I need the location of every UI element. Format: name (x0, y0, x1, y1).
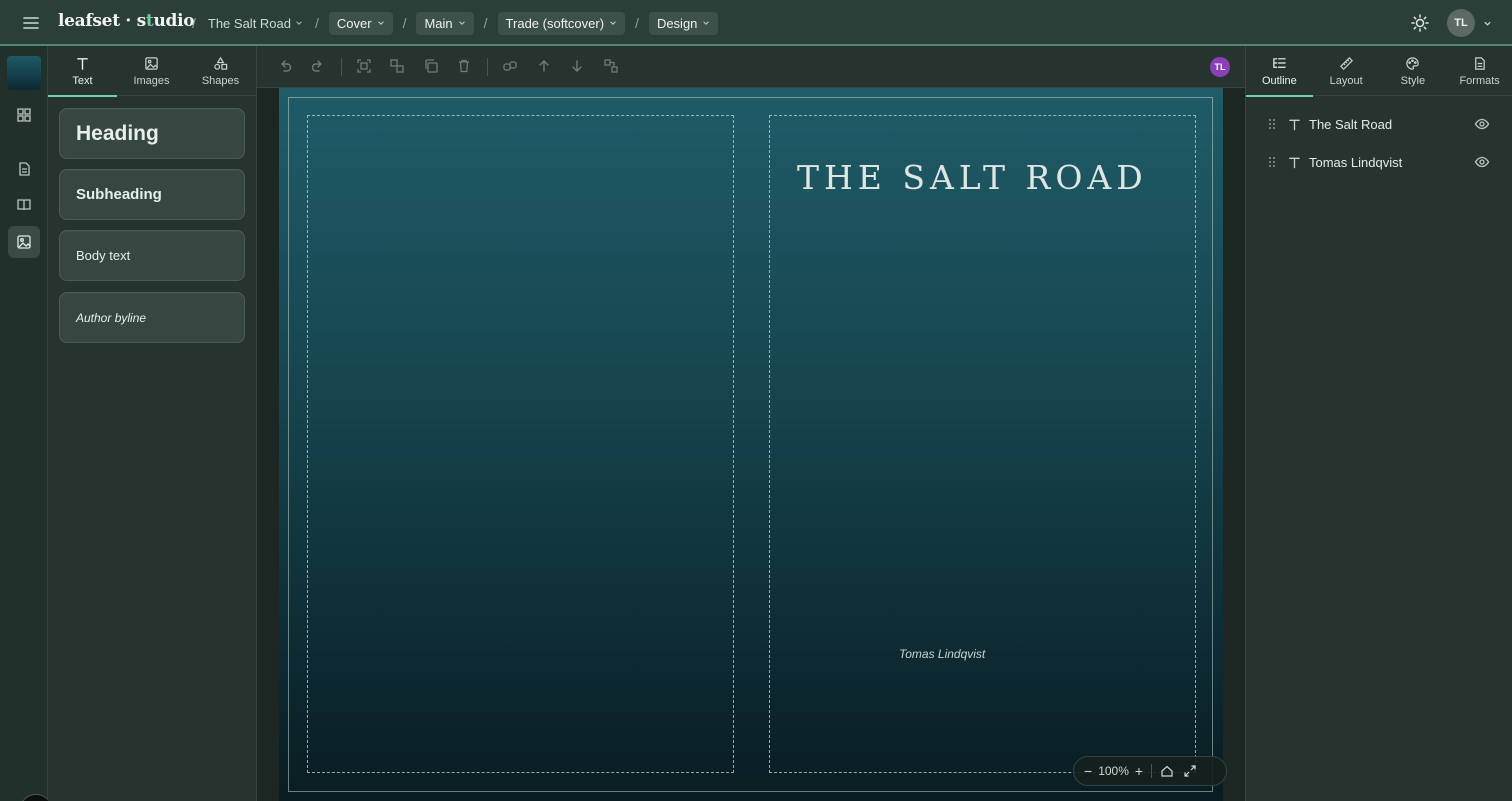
heading-preset[interactable]: Heading (59, 108, 245, 159)
inspector-tabs: Outline Layout Style Formats (1246, 46, 1512, 97)
chevron-down-icon (703, 21, 710, 25)
text-icon (1289, 119, 1300, 130)
tab-images[interactable]: Images (117, 46, 186, 96)
menu-icon[interactable] (22, 14, 40, 32)
breadcrumb-variant[interactable]: Main (416, 11, 474, 35)
arrange-icon[interactable] (603, 58, 619, 74)
element-library-panel: Text Images Shapes Heading Subheading Bo… (48, 46, 257, 801)
cover-author-text[interactable]: Tomas Lindqvist (899, 647, 985, 661)
drag-handle-icon[interactable] (1267, 155, 1277, 169)
user-avatar[interactable]: TL (1447, 9, 1475, 37)
document-icon (1475, 56, 1485, 70)
redo-icon[interactable] (310, 58, 326, 74)
tab-shapes[interactable]: Shapes (186, 46, 255, 96)
image-icon (145, 56, 158, 70)
link-icon[interactable] (502, 58, 518, 74)
eye-icon[interactable] (1474, 116, 1490, 132)
image-icon[interactable] (8, 226, 40, 258)
group-icon[interactable] (389, 58, 405, 74)
layer-row-author[interactable]: Tomas Lindqvist (1246, 146, 1512, 178)
tab-style[interactable]: Style (1380, 46, 1447, 96)
chevron-down-icon (377, 21, 384, 25)
layer-row-title[interactable]: The Salt Road (1246, 108, 1512, 140)
trash-icon[interactable] (456, 58, 472, 74)
shapes-icon (214, 56, 228, 70)
book-icon[interactable] (8, 189, 40, 221)
grid-icon[interactable] (8, 99, 40, 131)
drag-handle-icon[interactable] (1267, 117, 1277, 131)
back-cover-safe-area[interactable] (307, 115, 734, 773)
inspector-panel: Outline Layout Style Formats The Salt Ro… (1245, 46, 1512, 801)
tab-formats[interactable]: Formats (1446, 46, 1512, 96)
breadcrumb: / The Salt Road / Cover / Main / Trade (… (190, 0, 719, 46)
toolbar-divider (341, 58, 342, 76)
canvas-area: TL THE SALT ROAD Tomas Lindqvist − 100% … (257, 46, 1245, 801)
tab-layout[interactable]: Layout (1313, 46, 1380, 96)
zoom-controls: − 100% + (1073, 756, 1227, 786)
breadcrumb-format[interactable]: Trade (softcover) (497, 11, 626, 35)
arrow-up-icon[interactable] (536, 58, 552, 74)
app-logo[interactable]: leafset · studio (58, 11, 195, 31)
tab-text[interactable]: Text (48, 46, 117, 97)
arrow-down-icon[interactable] (569, 58, 585, 74)
zoom-divider (1151, 764, 1153, 778)
front-cover-safe-area[interactable] (769, 115, 1196, 773)
theme-toggle-sun-icon[interactable] (1410, 13, 1430, 33)
text-icon (1289, 157, 1300, 168)
cover-title-text[interactable]: THE SALT ROAD (797, 158, 1157, 197)
fit-home-icon[interactable] (1160, 764, 1174, 778)
zoom-level[interactable]: 100% (1098, 764, 1129, 778)
author-byline-preset[interactable]: Author byline (59, 292, 245, 343)
breadcrumb-mode[interactable]: Design (648, 11, 719, 35)
zoom-in-button[interactable]: + (1135, 763, 1143, 779)
zoom-out-button[interactable]: − (1084, 763, 1092, 779)
layer-name: The Salt Road (1309, 116, 1393, 132)
toolbar-divider (487, 58, 488, 76)
fullscreen-icon[interactable] (1183, 764, 1197, 778)
chevron-down-icon (458, 21, 465, 25)
body-text-preset[interactable]: Body text (59, 230, 245, 281)
subheading-preset[interactable]: Subheading (59, 169, 245, 220)
undo-icon[interactable] (277, 58, 293, 74)
eye-icon[interactable] (1474, 154, 1490, 170)
collaborator-avatar[interactable]: TL (1210, 57, 1230, 77)
breadcrumb-section[interactable]: Cover (328, 11, 393, 35)
chevron-down-icon (296, 21, 302, 25)
chevron-down-icon[interactable] (1483, 19, 1492, 28)
outline-icon (1273, 57, 1286, 68)
tab-outline[interactable]: Outline (1246, 46, 1313, 97)
top-bar: leafset · studio / The Salt Road / Cover… (0, 0, 1512, 46)
cover-thumbnail[interactable] (7, 56, 41, 90)
cover-spread[interactable]: THE SALT ROAD Tomas Lindqvist (279, 88, 1223, 801)
text-icon (77, 57, 88, 70)
page-icon[interactable] (8, 153, 40, 185)
chevron-down-icon (610, 21, 616, 25)
library-tabs: Text Images Shapes (48, 46, 257, 97)
ruler-icon (1339, 56, 1353, 70)
canvas-toolbar: TL (257, 46, 1245, 88)
layer-name: Tomas Lindqvist (1309, 154, 1403, 170)
palette-icon (1406, 56, 1420, 70)
left-rail: N (0, 46, 53, 801)
duplicate-icon[interactable] (423, 58, 439, 74)
select-all-icon[interactable] (356, 58, 372, 74)
breadcrumb-project[interactable]: The Salt Road (206, 12, 305, 35)
